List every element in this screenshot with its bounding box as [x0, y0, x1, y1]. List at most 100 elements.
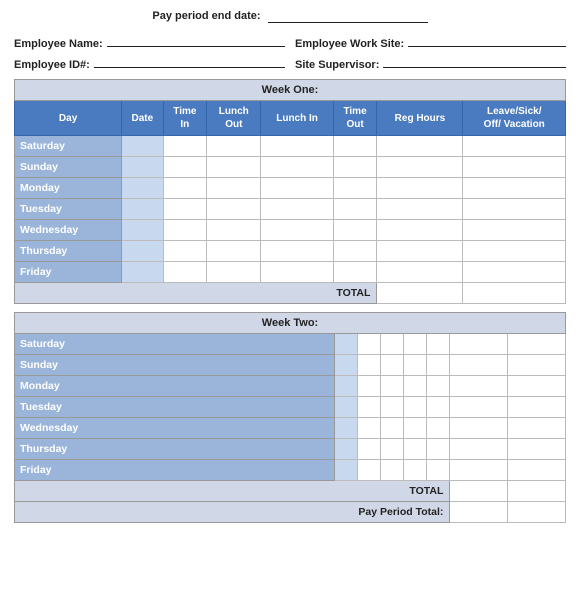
lunch-out-sunday-w1[interactable] [207, 157, 261, 178]
lunch-in-saturday-w2[interactable] [404, 334, 427, 355]
lunch-in-monday-w1[interactable] [261, 178, 333, 199]
time-in-sunday-w2[interactable] [357, 355, 380, 376]
lunch-in-tuesday-w2[interactable] [404, 397, 427, 418]
date-sunday-w1[interactable] [122, 157, 163, 178]
reg-hours-thursday-w1[interactable] [377, 241, 463, 262]
reg-hours-saturday-w2[interactable] [450, 334, 508, 355]
date-friday-w1[interactable] [122, 262, 163, 283]
time-out-sunday-w2[interactable] [427, 355, 450, 376]
lunch-in-friday-w1[interactable] [261, 262, 333, 283]
pay-period-total-hours[interactable] [450, 502, 508, 523]
reg-hours-tuesday-w1[interactable] [377, 199, 463, 220]
lunch-out-friday-w2[interactable] [381, 460, 404, 481]
date-saturday-w1[interactable] [122, 136, 163, 157]
leave-monday-w2[interactable] [508, 376, 566, 397]
lunch-in-friday-w2[interactable] [404, 460, 427, 481]
reg-hours-thursday-w2[interactable] [450, 439, 508, 460]
lunch-out-monday-w2[interactable] [381, 376, 404, 397]
time-in-tuesday-w2[interactable] [357, 397, 380, 418]
date-tuesday-w2[interactable] [334, 397, 357, 418]
lunch-out-friday-w1[interactable] [207, 262, 261, 283]
date-thursday-w1[interactable] [122, 241, 163, 262]
employee-name-input[interactable] [107, 33, 285, 47]
reg-hours-monday-w1[interactable] [377, 178, 463, 199]
leave-thursday-w2[interactable] [508, 439, 566, 460]
lunch-in-sunday-w2[interactable] [404, 355, 427, 376]
leave-tuesday-w2[interactable] [508, 397, 566, 418]
employee-id-input[interactable] [94, 54, 285, 68]
lunch-out-wednesday-w1[interactable] [207, 220, 261, 241]
time-out-saturday-w1[interactable] [333, 136, 377, 157]
date-sunday-w2[interactable] [334, 355, 357, 376]
week-two-total-leave[interactable] [508, 481, 566, 502]
time-out-monday-w1[interactable] [333, 178, 377, 199]
date-monday-w2[interactable] [334, 376, 357, 397]
leave-tuesday-w1[interactable] [463, 199, 566, 220]
date-thursday-w2[interactable] [334, 439, 357, 460]
lunch-out-saturday-w2[interactable] [381, 334, 404, 355]
time-out-tuesday-w1[interactable] [333, 199, 377, 220]
lunch-in-sunday-w1[interactable] [261, 157, 333, 178]
reg-hours-wednesday-w1[interactable] [377, 220, 463, 241]
date-tuesday-w1[interactable] [122, 199, 163, 220]
week-one-total-hours[interactable] [377, 283, 463, 304]
lunch-out-tuesday-w2[interactable] [381, 397, 404, 418]
time-out-tuesday-w2[interactable] [427, 397, 450, 418]
lunch-in-thursday-w2[interactable] [404, 439, 427, 460]
employee-worksite-input[interactable] [408, 33, 566, 47]
time-out-monday-w2[interactable] [427, 376, 450, 397]
date-saturday-w2[interactable] [334, 334, 357, 355]
time-in-wednesday-w2[interactable] [357, 418, 380, 439]
leave-saturday-w1[interactable] [463, 136, 566, 157]
lunch-in-monday-w2[interactable] [404, 376, 427, 397]
lunch-out-thursday-w1[interactable] [207, 241, 261, 262]
lunch-in-thursday-w1[interactable] [261, 241, 333, 262]
reg-hours-saturday-w1[interactable] [377, 136, 463, 157]
lunch-in-wednesday-w1[interactable] [261, 220, 333, 241]
reg-hours-sunday-w1[interactable] [377, 157, 463, 178]
reg-hours-sunday-w2[interactable] [450, 355, 508, 376]
site-supervisor-input[interactable] [383, 54, 566, 68]
leave-friday-w2[interactable] [508, 460, 566, 481]
time-in-friday-w1[interactable] [163, 262, 207, 283]
time-in-saturday-w2[interactable] [357, 334, 380, 355]
reg-hours-friday-w2[interactable] [450, 460, 508, 481]
lunch-in-wednesday-w2[interactable] [404, 418, 427, 439]
time-out-wednesday-w2[interactable] [427, 418, 450, 439]
pay-period-total-leave[interactable] [508, 502, 566, 523]
leave-sunday-w2[interactable] [508, 355, 566, 376]
date-friday-w2[interactable] [334, 460, 357, 481]
lunch-out-wednesday-w2[interactable] [381, 418, 404, 439]
date-wednesday-w1[interactable] [122, 220, 163, 241]
time-in-friday-w2[interactable] [357, 460, 380, 481]
time-out-sunday-w1[interactable] [333, 157, 377, 178]
time-out-friday-w1[interactable] [333, 262, 377, 283]
leave-wednesday-w2[interactable] [508, 418, 566, 439]
leave-sunday-w1[interactable] [463, 157, 566, 178]
time-in-sunday-w1[interactable] [163, 157, 207, 178]
time-in-tuesday-w1[interactable] [163, 199, 207, 220]
time-out-thursday-w2[interactable] [427, 439, 450, 460]
lunch-out-monday-w1[interactable] [207, 178, 261, 199]
time-in-saturday-w1[interactable] [163, 136, 207, 157]
leave-wednesday-w1[interactable] [463, 220, 566, 241]
leave-thursday-w1[interactable] [463, 241, 566, 262]
week-two-total-hours[interactable] [450, 481, 508, 502]
reg-hours-tuesday-w2[interactable] [450, 397, 508, 418]
time-in-thursday-w2[interactable] [357, 439, 380, 460]
time-out-thursday-w1[interactable] [333, 241, 377, 262]
lunch-out-saturday-w1[interactable] [207, 136, 261, 157]
time-in-monday-w1[interactable] [163, 178, 207, 199]
leave-saturday-w2[interactable] [508, 334, 566, 355]
reg-hours-monday-w2[interactable] [450, 376, 508, 397]
lunch-out-thursday-w2[interactable] [381, 439, 404, 460]
reg-hours-friday-w1[interactable] [377, 262, 463, 283]
leave-friday-w1[interactable] [463, 262, 566, 283]
time-out-saturday-w2[interactable] [427, 334, 450, 355]
lunch-out-sunday-w2[interactable] [381, 355, 404, 376]
lunch-out-tuesday-w1[interactable] [207, 199, 261, 220]
time-out-wednesday-w1[interactable] [333, 220, 377, 241]
reg-hours-wednesday-w2[interactable] [450, 418, 508, 439]
date-wednesday-w2[interactable] [334, 418, 357, 439]
leave-monday-w1[interactable] [463, 178, 566, 199]
